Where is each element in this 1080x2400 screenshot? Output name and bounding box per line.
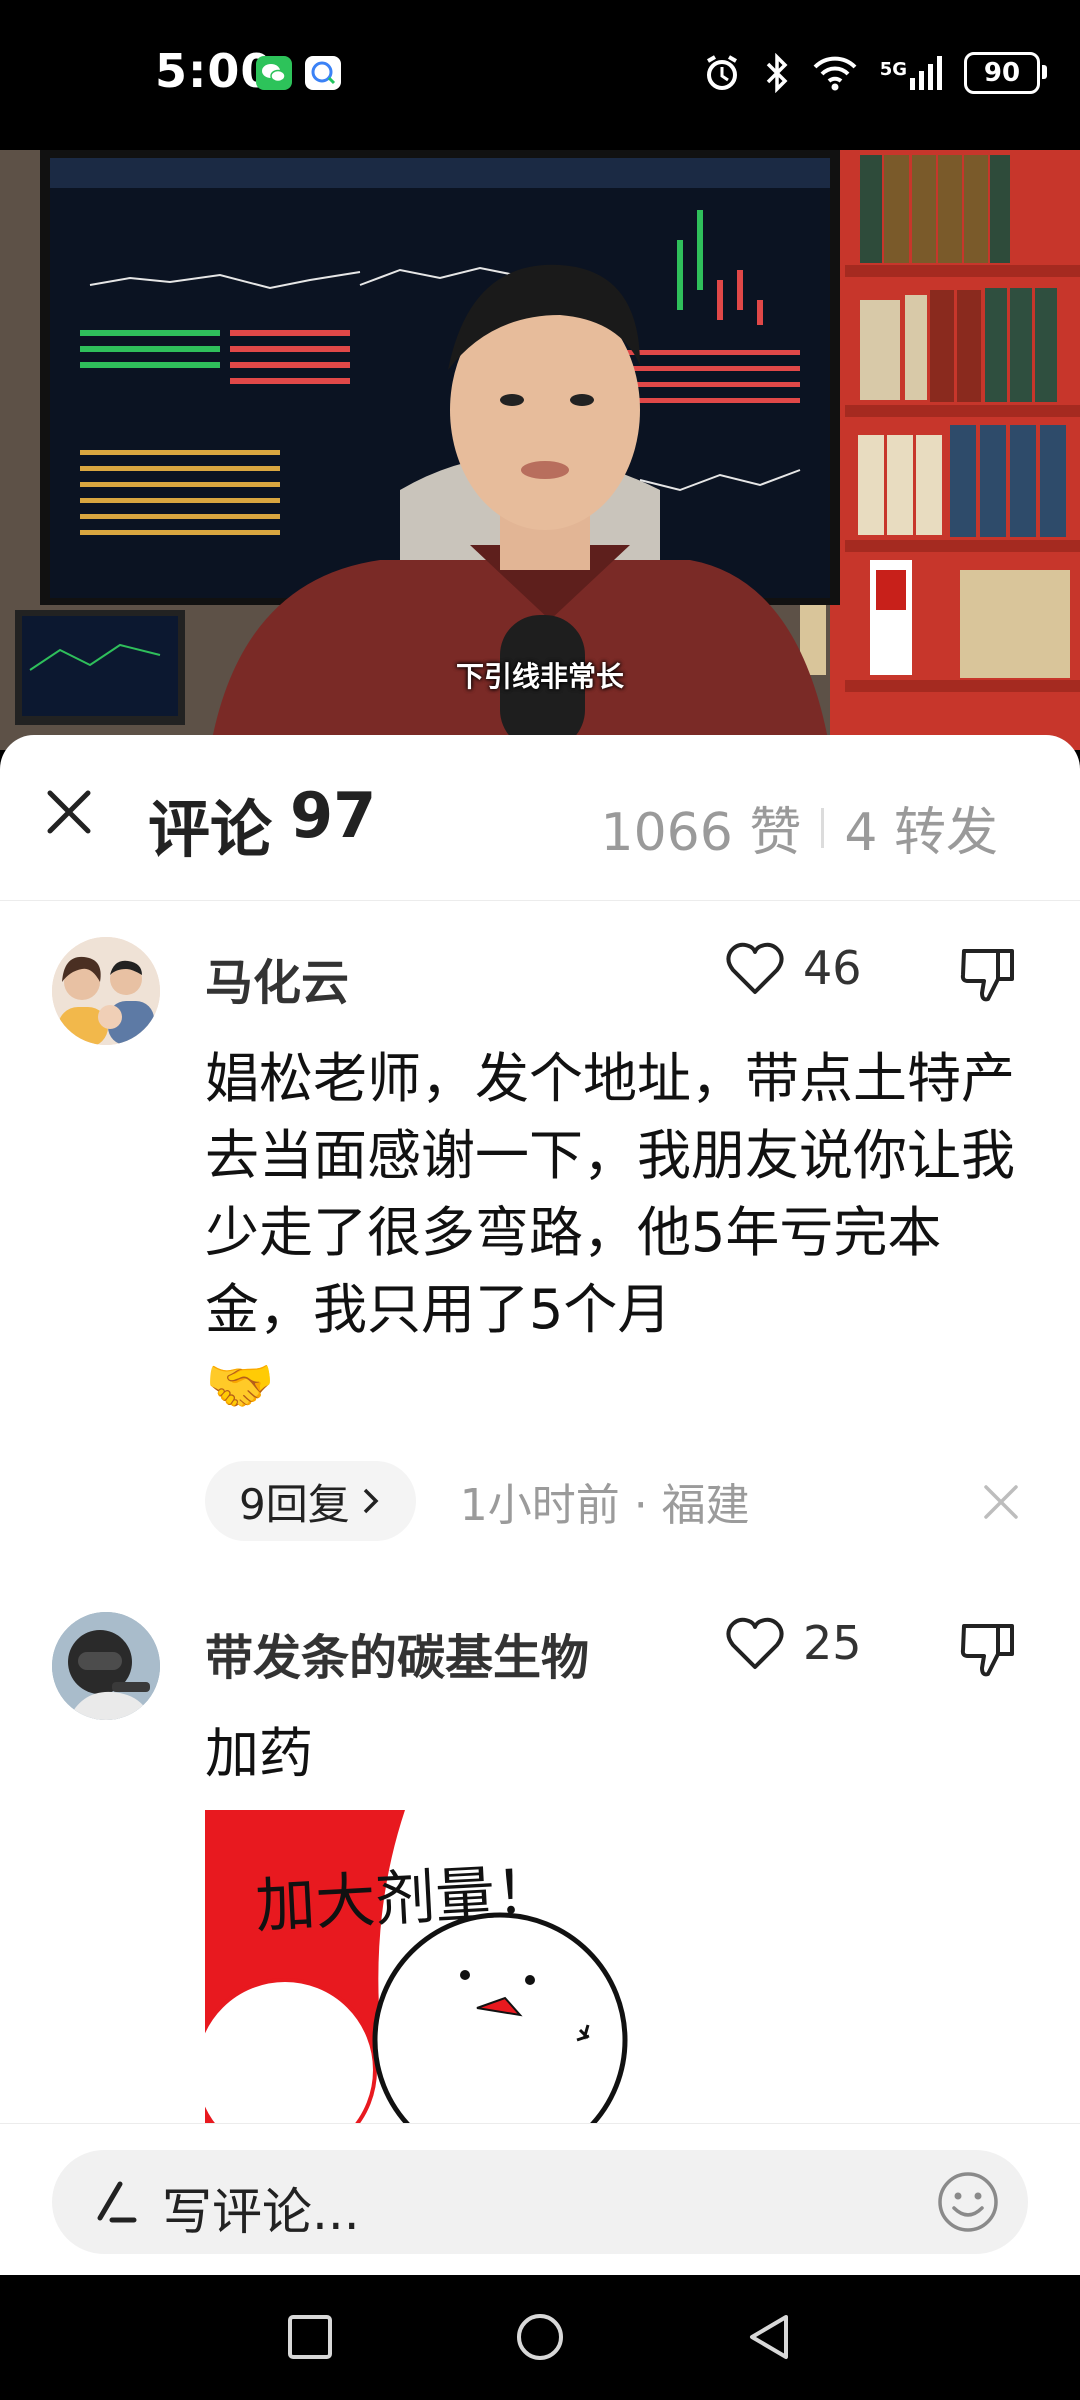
home-icon[interactable] [510, 2307, 570, 2367]
comments-count: 97 [290, 779, 377, 852]
status-bar: 5:00 5G 90 [0, 0, 1080, 150]
comment-sheet: 评论 97 1066 赞 4 转发 马化云 46 娼松老师，发个地址，带点土特产… [0, 735, 1080, 2275]
wechat-icon [256, 56, 292, 90]
dislike-icon[interactable] [958, 1620, 1018, 1680]
battery-icon: 90 [964, 52, 1047, 94]
chevron-right-icon [363, 1488, 379, 1514]
view-replies-button[interactable]: 9回复 [205, 1461, 416, 1541]
comment-username[interactable]: 带发条的碳基生物 [205, 1618, 589, 1688]
system-navigation-bar [0, 2275, 1080, 2400]
shares-stat[interactable]: 4 转发 [844, 790, 998, 865]
video-subtitle: 下引线非常长 [455, 660, 624, 693]
chat-app-icon [305, 56, 341, 90]
comment-body: 娼松老师，发个地址，带点土特产去当面感谢一下，我朋友说你让我少走了很多弯路，他5… [205, 1047, 1015, 1341]
signal-icon [910, 56, 942, 90]
comments-label: 评论 [148, 793, 273, 866]
heart-icon [726, 942, 784, 994]
dismiss-icon[interactable] [982, 1483, 1020, 1521]
stat-divider [821, 807, 825, 848]
likes-stat[interactable]: 1066 赞 [601, 790, 802, 865]
sheet-title: 评论 97 [148, 779, 376, 869]
heart-icon [726, 1617, 784, 1669]
comment-footer: 9回复 1小时前 · 福建 [205, 1461, 750, 1541]
comment-text: 加药 [205, 1722, 313, 1785]
sticker-caption: 加大剂量！ [253, 1856, 557, 1942]
emoji-icon[interactable] [936, 2170, 1000, 2234]
comment-meta: 1小时前 · 福建 [459, 1480, 750, 1531]
alarm-icon [706, 55, 737, 90]
sheet-header: 评论 97 1066 赞 4 转发 [0, 735, 1080, 901]
bluetooth-icon [766, 53, 788, 93]
replies-label: 9回复 [239, 1479, 350, 1529]
pen-icon [97, 2181, 137, 2223]
wifi-icon [813, 56, 857, 91]
recent-apps-icon[interactable] [280, 2307, 340, 2367]
avatar[interactable] [52, 1612, 160, 1720]
video-player[interactable]: 下引线非常长 [0, 150, 1080, 750]
status-icons: 5G 90 [702, 50, 1047, 96]
network-type: 5G [879, 59, 907, 80]
comment-username[interactable]: 马化云 [205, 943, 349, 1013]
like-count: 46 [803, 941, 862, 995]
comment-input-placeholder: 写评论... [162, 2183, 360, 2241]
battery-level: 90 [983, 58, 1021, 88]
comment-text: 娼松老师，发个地址，带点土特产去当面感谢一下，我朋友说你让我少走了很多弯路，他5… [205, 1040, 1025, 1425]
like-button[interactable]: 25 [725, 1615, 862, 1671]
dislike-icon[interactable] [958, 945, 1018, 1005]
comment-input-bar: 写评论... [0, 2123, 1080, 2276]
close-icon[interactable] [44, 787, 94, 837]
avatar[interactable] [52, 937, 160, 1045]
back-icon[interactable] [740, 2307, 800, 2367]
like-count: 25 [803, 1616, 862, 1670]
post-stats: 1066 赞 4 转发 [601, 790, 999, 865]
comment-input[interactable]: 写评论... [52, 2150, 1028, 2254]
handshake-emoji: 🤝 [205, 1354, 275, 1419]
like-button[interactable]: 46 [725, 940, 862, 996]
